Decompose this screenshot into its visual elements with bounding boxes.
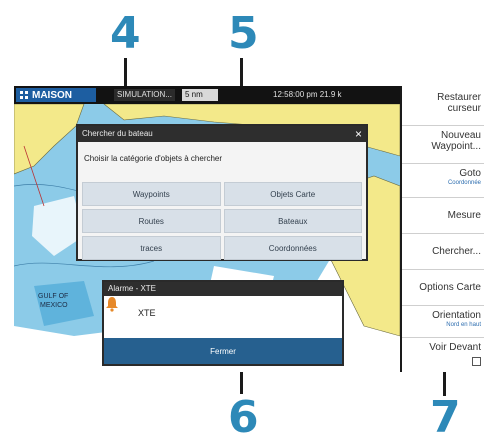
alarm-dialog-title: Alarme - XTE: [104, 282, 342, 296]
menu-item-orientation[interactable]: Orientation Nord en haut: [402, 306, 484, 338]
search-dialog-title-bar: Chercher du bateau ×: [78, 126, 366, 142]
alarm-close-button[interactable]: Fermer: [104, 338, 342, 364]
simulation-indicator: SIMULATION...: [114, 89, 175, 101]
menu-item-search[interactable]: Chercher...: [402, 234, 484, 270]
alarm-message: XTE: [138, 308, 156, 318]
menu-item-chart-options[interactable]: Options Carte: [402, 270, 484, 306]
warning-bell-icon: [106, 297, 118, 312]
home-tab[interactable]: MAISON: [16, 88, 96, 102]
gulf-label-line2: MEXICO: [40, 302, 68, 309]
gulf-label-line1: GULF OF: [38, 293, 68, 300]
grid-icon: [20, 91, 28, 99]
search-coordinates-button[interactable]: Coordonnées: [223, 236, 362, 260]
callout-7: 7: [430, 392, 461, 443]
alarm-dialog: Alarme - XTE XTE Fermer: [102, 280, 344, 366]
chartplotter-screen: GULF OF MEXICO MAISON SIMULATION... 5 nm…: [14, 86, 484, 372]
status-bar: MAISON SIMULATION... 5 nm 12:58:00 pm 21…: [14, 86, 400, 104]
menu-item-label: Options Carte: [419, 282, 481, 293]
menu-item-restore-cursor[interactable]: Restaurer curseur: [402, 88, 484, 126]
home-label: MAISON: [32, 89, 72, 101]
menu-item-new-waypoint[interactable]: Nouveau Waypoint...: [402, 126, 484, 164]
close-icon[interactable]: ×: [355, 126, 362, 142]
callout-6: 6: [228, 392, 259, 443]
search-waypoints-button[interactable]: Waypoints: [82, 182, 221, 206]
speed-readout: 5 nm: [182, 89, 218, 101]
menu-item-sublabel: Coordonnée: [447, 180, 481, 186]
look-ahead-checkbox[interactable]: [472, 357, 481, 366]
search-routes-button[interactable]: Routes: [82, 209, 221, 233]
menu-item-label: Restaurer curseur: [437, 92, 481, 114]
leader-line-7: [443, 372, 446, 396]
search-dialog-title: Chercher du bateau: [82, 129, 153, 138]
menu-item-measure[interactable]: Mesure: [402, 198, 484, 234]
side-menu: Restaurer curseur Nouveau Waypoint... Go…: [400, 86, 484, 372]
menu-item-label: Orientation: [432, 310, 481, 321]
search-category-grid: Waypoints Objets Carte Routes Bateaux tr…: [82, 182, 362, 260]
menu-item-goto[interactable]: Goto Coordonnée: [402, 164, 484, 198]
leader-line-4: [124, 58, 127, 88]
callout-4: 4: [110, 8, 141, 59]
chart-view[interactable]: GULF OF MEXICO MAISON SIMULATION... 5 nm…: [14, 86, 400, 372]
search-vessels-button[interactable]: Bateaux: [223, 209, 362, 233]
callout-5: 5: [228, 8, 259, 59]
menu-item-label: Chercher...: [432, 246, 481, 257]
menu-item-label: Mesure: [447, 210, 481, 221]
search-chart-objects-button[interactable]: Objets Carte: [223, 182, 362, 206]
alarm-body: XTE: [104, 296, 342, 336]
menu-item-label: Nouveau Waypoint...: [431, 130, 481, 152]
menu-item-look-ahead[interactable]: Voir Devant: [402, 338, 484, 372]
search-dialog: Chercher du bateau × Choisir la catégori…: [76, 124, 368, 261]
menu-item-sublabel: Nord en haut: [446, 322, 481, 328]
menu-item-label: Goto: [459, 168, 481, 179]
time-readout: 12:58:00 pm 21.9 k: [273, 90, 342, 99]
search-trails-button[interactable]: traces: [82, 236, 221, 260]
menu-item-label: Voir Devant: [429, 342, 481, 353]
search-prompt: Choisir la catégorie d'objets à chercher: [84, 154, 223, 163]
